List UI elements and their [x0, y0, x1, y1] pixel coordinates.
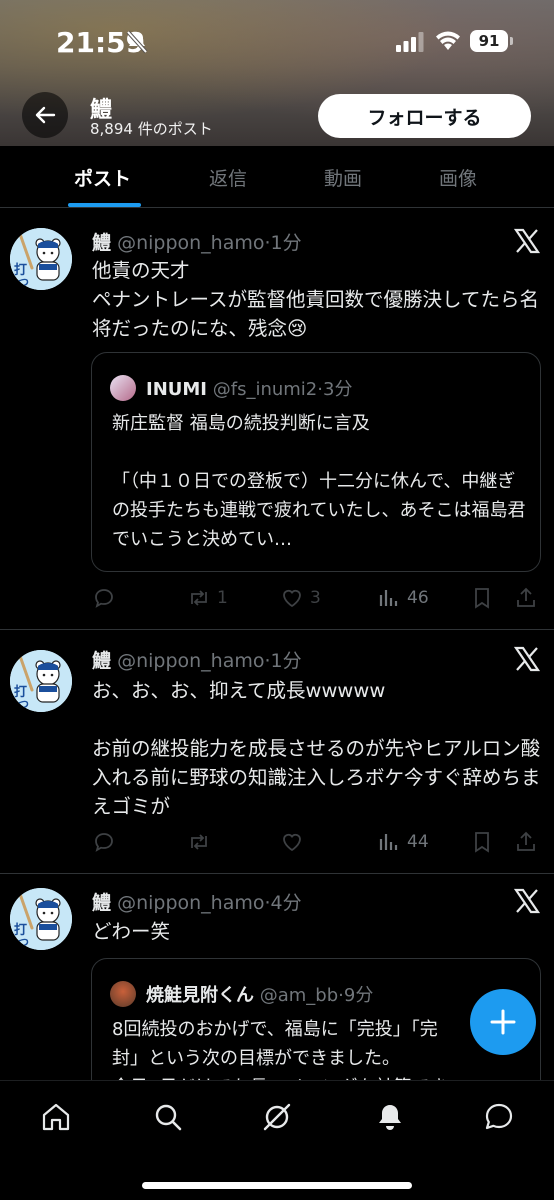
post[interactable]: 打 つ 鱧 @nippon_hamo·4分 どわー笑 焼鮭見附くん @am_bb…	[0, 874, 554, 1118]
wifi-icon	[436, 31, 460, 50]
bookmark-button[interactable]	[470, 584, 494, 612]
tab-replies[interactable]: 返信	[209, 164, 247, 191]
back-button[interactable]	[22, 92, 68, 138]
post-time[interactable]: ·4分	[265, 892, 302, 914]
quote-avatar	[110, 981, 136, 1007]
profile-header: 21:59 91 鱧 8,894 件のポスト フォローする	[0, 0, 554, 146]
author-handle[interactable]: @nippon_hamo	[117, 650, 264, 672]
tab-posts[interactable]: ポスト	[74, 164, 131, 191]
quote-time: ·9分	[338, 985, 374, 1006]
like-count: 3	[310, 588, 321, 608]
post-header: 鱧 @nippon_hamo·4分	[92, 888, 302, 915]
quote-text: 新庄監督 福島の続投判断に言及 「（中１０日での登板で）十二分に休んで、中継ぎの…	[112, 413, 526, 550]
post-time[interactable]: ·1分	[265, 232, 302, 254]
tab-images[interactable]: 画像	[439, 164, 477, 191]
post-actions: 44	[92, 828, 542, 856]
bookmark-icon	[475, 588, 489, 609]
author-handle[interactable]: @nippon_hamo	[117, 892, 264, 914]
view-count: 44	[407, 832, 429, 852]
avatar[interactable]: 打 つ	[10, 228, 72, 290]
reply-button[interactable]	[92, 828, 116, 856]
compose-button[interactable]	[470, 989, 536, 1055]
avatar[interactable]: 打 つ	[10, 650, 72, 712]
heart-icon	[283, 589, 301, 608]
post-header: 鱧 @nippon_hamo·1分	[92, 228, 302, 255]
signal-icon	[396, 32, 424, 52]
heart-icon	[283, 833, 301, 852]
quote-avatar	[110, 375, 136, 401]
quote-header: INUMI @fs_inumi2·3分	[146, 375, 352, 401]
quote-header: 焼鮭見附くん @am_bb·9分	[146, 981, 373, 1007]
quote-author-name: 焼鮭見附くん	[146, 985, 254, 1006]
plus-icon	[490, 1009, 516, 1035]
bear-mascot-icon: 打 つ	[10, 650, 72, 712]
analytics-icon	[379, 590, 398, 606]
retweet-button[interactable]	[187, 828, 211, 856]
svg-text:つ: つ	[18, 936, 29, 949]
home-indicator	[142, 1182, 412, 1189]
retweet-button[interactable]: 1	[187, 584, 228, 612]
x-logo-icon[interactable]	[514, 646, 540, 672]
arrow-left-icon	[35, 106, 56, 124]
x-logo-icon[interactable]	[514, 888, 540, 914]
bookmark-button[interactable]	[470, 828, 494, 856]
views-button[interactable]: 46	[377, 584, 429, 612]
retweet-icon	[191, 590, 207, 606]
x-logo-icon[interactable]	[514, 228, 540, 254]
post-text: 他責の天才 ペナントレースが監督他責回数で優勝決してたら名将だったのにな、残念😢	[92, 259, 539, 340]
svg-text:つ: つ	[18, 276, 29, 289]
share-button[interactable]	[514, 584, 538, 612]
follow-button[interactable]: フォローする	[318, 94, 531, 138]
quote-time: ·3分	[317, 379, 353, 400]
bell-off-icon	[126, 30, 148, 54]
battery-tip	[510, 37, 513, 45]
post-text: どわー笑	[92, 920, 171, 943]
post-count: 8,894 件のポスト	[90, 120, 213, 138]
quote-author-handle: @am_bb	[259, 985, 339, 1006]
status-bar: 21:59 91	[0, 0, 554, 86]
reply-icon	[95, 589, 113, 608]
share-icon	[517, 831, 535, 851]
retweet-count: 1	[217, 588, 228, 608]
bookmark-icon	[475, 832, 489, 853]
post-header: 鱧 @nippon_hamo·1分	[92, 646, 302, 673]
view-count: 46	[407, 588, 429, 608]
like-button[interactable]	[280, 828, 304, 856]
analytics-icon	[379, 834, 398, 850]
svg-text:つ: つ	[18, 698, 29, 711]
home-icon[interactable]	[40, 1101, 72, 1133]
grok-icon[interactable]	[261, 1101, 293, 1133]
author-name[interactable]: 鱧	[92, 650, 111, 672]
author-name[interactable]: 鱧	[92, 232, 111, 254]
profile-tabs: ポスト 返信 動画 画像	[0, 146, 554, 208]
quote-author-name: INUMI	[146, 379, 207, 400]
notifications-icon[interactable]	[374, 1101, 406, 1133]
post-text: お、お、お、抑えて成長wwwww お前の継投能力を成長させるのが先やヒアルロン酸…	[92, 679, 541, 818]
post[interactable]: 打 つ 鱧 @nippon_hamo·1分 他責の天才 ペナントレースが監督他責…	[0, 208, 554, 630]
quote-author-handle: @fs_inumi2	[212, 379, 318, 400]
tab-videos[interactable]: 動画	[324, 164, 362, 191]
retweet-icon	[191, 834, 207, 850]
search-icon[interactable]	[152, 1101, 184, 1133]
bear-mascot-icon: 打 つ	[10, 888, 72, 950]
quoted-post[interactable]: INUMI @fs_inumi2·3分 新庄監督 福島の続投判断に言及 「（中１…	[91, 352, 541, 572]
post-time[interactable]: ·1分	[265, 650, 302, 672]
share-icon	[517, 587, 535, 607]
like-button[interactable]: 3	[280, 584, 321, 612]
author-handle[interactable]: @nippon_hamo	[117, 232, 264, 254]
reply-button[interactable]	[92, 584, 116, 612]
share-button[interactable]	[514, 828, 538, 856]
avatar[interactable]: 打 つ	[10, 888, 72, 950]
active-tab-indicator	[68, 203, 141, 207]
post[interactable]: 打 つ 鱧 @nippon_hamo·1分 お、お、お、抑えて成長wwwww お…	[0, 630, 554, 874]
author-name[interactable]: 鱧	[92, 892, 111, 914]
battery-indicator: 91	[470, 30, 508, 52]
post-actions: 1 3 46	[92, 584, 542, 612]
messages-icon[interactable]	[483, 1101, 515, 1133]
views-button[interactable]: 44	[377, 828, 429, 856]
reply-icon	[95, 833, 113, 852]
bear-mascot-icon: 打 つ	[10, 228, 72, 290]
